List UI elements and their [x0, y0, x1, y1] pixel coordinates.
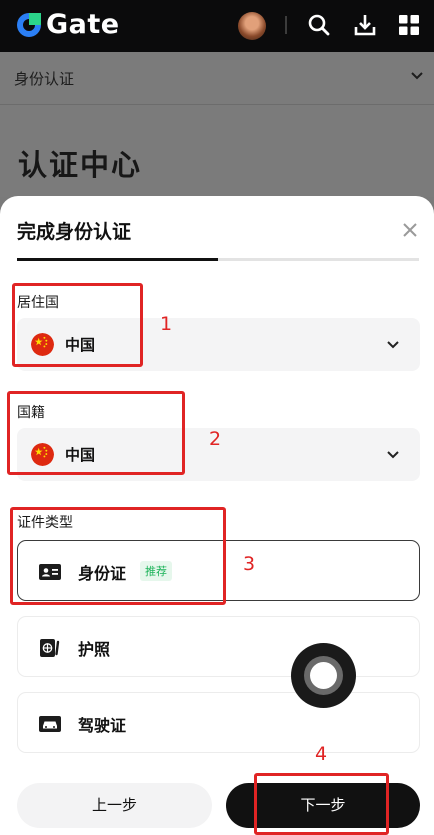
page-title: 认证中心	[18, 148, 143, 182]
passport-icon	[40, 639, 60, 657]
download-icon[interactable]	[352, 12, 378, 38]
identity-verification-label: 身份认证	[14, 70, 75, 88]
driver-license-label: 驾驶证	[78, 716, 127, 735]
identity-verification-row[interactable]: 身份认证	[0, 52, 434, 105]
annotation-number-4: 4	[315, 743, 328, 765]
chevron-down-icon	[411, 72, 423, 80]
floating-button-center	[310, 662, 337, 689]
logo-text: Gate	[46, 9, 120, 40]
chevron-down-icon	[387, 451, 399, 459]
top-bar: Gate	[0, 0, 434, 52]
id-option-passport[interactable]: 护照	[17, 616, 420, 677]
annotation-box-4	[254, 773, 389, 835]
annotation-number-3: 3	[243, 553, 256, 575]
id-option-driver-license[interactable]: 驾驶证	[17, 692, 420, 753]
annotation-number-2: 2	[209, 428, 222, 450]
annotation-box-1	[12, 283, 143, 367]
passport-label: 护照	[78, 640, 111, 659]
grid-menu-icon[interactable]	[396, 12, 422, 38]
annotation-box-2	[7, 391, 185, 475]
search-icon[interactable]	[306, 12, 332, 38]
gate-logo-icon	[17, 12, 41, 37]
gate-logo[interactable]: Gate	[14, 9, 120, 40]
floating-button-ring	[304, 656, 343, 695]
driver-license-icon	[39, 716, 61, 732]
background-page: 身份认证 认证中心	[0, 52, 434, 197]
progress-bar	[17, 258, 419, 261]
close-icon[interactable]	[402, 222, 418, 238]
progress-fill	[17, 258, 218, 261]
sheet-title: 完成身份认证	[17, 221, 132, 243]
avatar[interactable]	[238, 12, 266, 40]
annotation-number-1: 1	[160, 313, 173, 335]
annotation-box-3	[10, 507, 226, 605]
floating-assistive-button[interactable]	[291, 643, 356, 708]
chevron-down-icon	[387, 341, 399, 349]
divider	[285, 16, 287, 34]
previous-step-button[interactable]: 上一步	[17, 783, 212, 828]
